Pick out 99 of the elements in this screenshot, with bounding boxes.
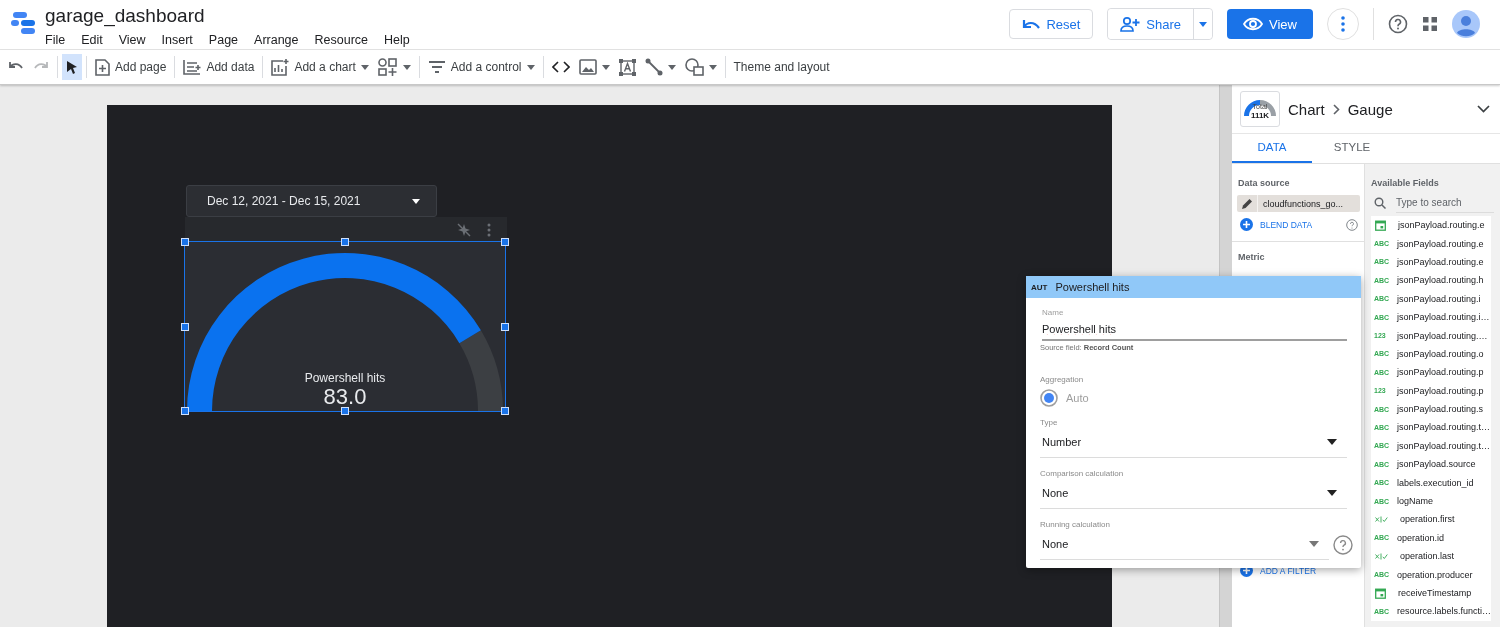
caret-icon: [412, 198, 420, 204]
filter-icon: [427, 61, 446, 73]
caret-icon: [667, 64, 676, 70]
caret-icon: [1327, 439, 1337, 445]
field-label: Aggregation: [1040, 375, 1085, 384]
menu-item[interactable]: Resource: [314, 33, 369, 47]
search-field[interactable]: Type to search: [1396, 193, 1494, 213]
add-chart-button[interactable]: Add a chart: [267, 54, 373, 80]
crossed-sparkle-icon[interactable]: [457, 222, 471, 237]
section-label: Data source: [1237, 178, 1291, 188]
chevron-down-icon[interactable]: [1477, 105, 1490, 113]
menu-item[interactable]: Page: [208, 33, 239, 47]
field-item[interactable]: operation.last: [1371, 547, 1491, 566]
add-control-button[interactable]: Add a control: [423, 54, 539, 80]
more-icon: [1341, 16, 1345, 32]
field-item[interactable]: jsonPayload.routing.e: [1371, 216, 1491, 235]
theme-button[interactable]: Theme and layout: [729, 54, 834, 80]
field-label: Comparison calculation: [1040, 469, 1125, 478]
calendar-icon: [1375, 219, 1386, 231]
radio-icon: [1040, 389, 1058, 407]
menu-item[interactable]: File: [45, 33, 66, 47]
panel-tab[interactable]: DATA: [1232, 134, 1312, 163]
shapes-icon: [684, 58, 704, 76]
image-icon: [578, 59, 597, 75]
help-icon[interactable]: [1388, 14, 1408, 34]
menu-item[interactable]: Arrange: [254, 33, 299, 47]
panel-tab[interactable]: STYLE: [1312, 134, 1392, 163]
resize-handle[interactable]: [341, 238, 349, 246]
caret-icon: [360, 64, 369, 70]
add-chart-icon: [271, 58, 290, 76]
plus-circle-icon: [1240, 218, 1253, 231]
true-false-icon: [1375, 552, 1388, 560]
avatar-icon[interactable]: [1452, 10, 1480, 38]
gauge-label: Powershell hits: [304, 371, 386, 385]
resize-handle[interactable]: [501, 322, 509, 331]
field-label: Type: [1040, 418, 1059, 427]
date-range-control[interactable]: Dec 12, 2021 - Dec 15, 2021: [186, 185, 437, 217]
more-button[interactable]: [1327, 8, 1359, 40]
breadcrumb-item: Gauge: [1347, 100, 1393, 118]
logo-icon: [11, 10, 37, 36]
view-button[interactable]: View: [1227, 9, 1313, 39]
pencil-icon: [1241, 197, 1253, 210]
resize-handle[interactable]: [181, 322, 189, 331]
undo-icon: [1022, 18, 1041, 30]
help-icon[interactable]: [1346, 218, 1358, 231]
pointer-button[interactable]: [62, 54, 82, 80]
add-data-button[interactable]: Add data: [179, 54, 259, 80]
resize-handle[interactable]: [341, 407, 349, 415]
code-icon: [551, 61, 570, 73]
aggregation-label: AUT: [1031, 282, 1048, 292]
document-title[interactable]: garage_dashboard: [45, 5, 410, 27]
caret-icon: [1327, 490, 1337, 496]
dialog-title: Powershell hits: [1055, 281, 1130, 293]
resize-handle[interactable]: [181, 238, 189, 246]
thumbnail-value: 111K: [1250, 111, 1270, 120]
field-item[interactable]: operation.first: [1371, 510, 1491, 529]
caret-icon: [526, 64, 535, 70]
search-icon: [1374, 197, 1386, 209]
dropdown-field[interactable]: None: [1040, 529, 1329, 560]
eye-icon: [1243, 17, 1264, 31]
menu-item[interactable]: Help: [384, 33, 410, 47]
share-button-group[interactable]: Share: [1107, 8, 1214, 40]
chevron-right-icon: [1332, 103, 1340, 115]
caret-icon: [708, 64, 717, 70]
add-page-button[interactable]: Add page: [91, 54, 171, 80]
field-label: Name: [1042, 308, 1065, 317]
caret-icon: [1199, 21, 1208, 27]
caret-icon: [601, 64, 610, 70]
menu-item[interactable]: Edit: [81, 33, 103, 47]
section-label: Metric: [1237, 252, 1266, 262]
caret-icon: [1309, 541, 1319, 547]
breadcrumb-item: Chart: [1288, 100, 1325, 118]
pointer-icon: [66, 60, 78, 74]
data-source-chip[interactable]: cloudfunctions_go...: [1237, 195, 1360, 212]
dropdown-field[interactable]: Number: [1040, 427, 1347, 458]
apps-icon[interactable]: [1422, 16, 1438, 32]
menu-item[interactable]: Insert: [161, 33, 193, 47]
field-label: Running calculation: [1040, 520, 1111, 529]
dropdown-field[interactable]: None: [1040, 478, 1347, 509]
resize-handle[interactable]: [181, 407, 189, 415]
gauge-value: 83.0: [323, 385, 367, 409]
add-page-icon: [95, 58, 110, 76]
more-icon[interactable]: [487, 222, 491, 237]
add-data-icon: [183, 59, 202, 75]
person-add-icon: [1120, 16, 1141, 32]
true-false-icon: [1375, 515, 1388, 523]
section-label: Available Fields: [1371, 178, 1440, 188]
menu-item[interactable]: View: [118, 33, 146, 47]
share-button[interactable]: Share: [1108, 9, 1195, 39]
reset-button[interactable]: Reset: [1009, 9, 1094, 39]
text-box-icon: [618, 58, 636, 76]
help-icon[interactable]: [1333, 534, 1353, 555]
line-icon: [644, 58, 663, 76]
resize-handle[interactable]: [501, 407, 509, 415]
caret-icon: [402, 64, 411, 70]
blend-data-button[interactable]: BLEND DATA: [1240, 218, 1313, 231]
blocks-icon: [377, 58, 398, 76]
calendar-icon: [1375, 587, 1386, 599]
resize-handle[interactable]: [501, 238, 509, 246]
